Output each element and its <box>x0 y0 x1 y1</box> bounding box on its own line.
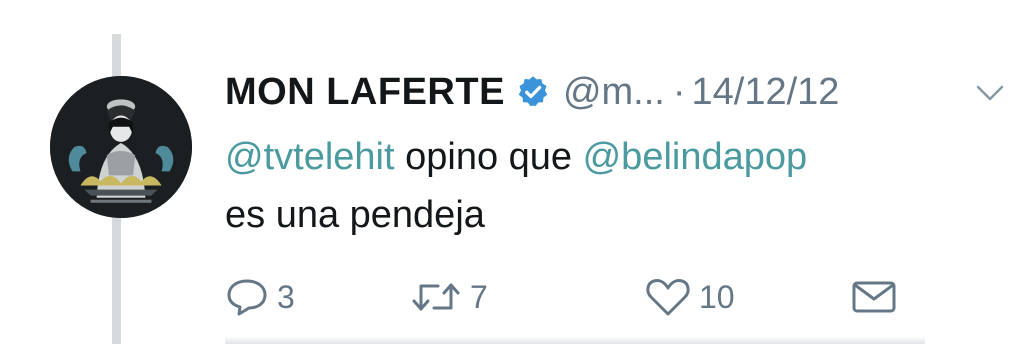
mention-link[interactable]: @tvtelehit <box>225 136 395 178</box>
tweet-text-fragment: opino que <box>394 136 583 178</box>
reply-icon <box>225 277 269 317</box>
author-name[interactable]: MON LAFERTE <box>225 71 505 114</box>
verified-badge-icon <box>515 74 551 110</box>
like-button[interactable]: 10 <box>645 272 735 322</box>
mention-link[interactable]: @belindapop <box>583 136 808 178</box>
tweet-header: MON LAFERTE @m... · 14/12/12 <box>225 64 839 120</box>
reply-count: 3 <box>277 278 295 315</box>
cropped-next-row <box>225 336 925 344</box>
heart-icon <box>645 277 691 317</box>
more-options-chevron-down-icon[interactable] <box>972 78 1008 108</box>
retweet-button[interactable]: 7 <box>410 272 488 322</box>
tweet-text-line-2: es una pendeja <box>225 194 485 236</box>
reply-button[interactable]: 3 <box>225 272 295 322</box>
tweet-actions: 3 7 10 <box>225 272 1015 322</box>
retweet-icon <box>410 277 462 317</box>
retweet-count: 7 <box>470 278 488 315</box>
tweet-date[interactable]: 14/12/12 <box>692 71 840 114</box>
avatar-image <box>50 76 192 218</box>
envelope-icon <box>850 277 898 317</box>
tweet-text: @tvtelehit opino que @belindapop es una … <box>225 128 1005 244</box>
avatar[interactable] <box>50 76 192 218</box>
like-count: 10 <box>699 278 735 315</box>
author-handle[interactable]: @m... <box>563 71 665 114</box>
tweet-text-line-1: @tvtelehit opino que @belindapop <box>225 128 1005 186</box>
direct-message-button[interactable] <box>850 272 898 322</box>
separator-dot: · <box>672 70 686 113</box>
